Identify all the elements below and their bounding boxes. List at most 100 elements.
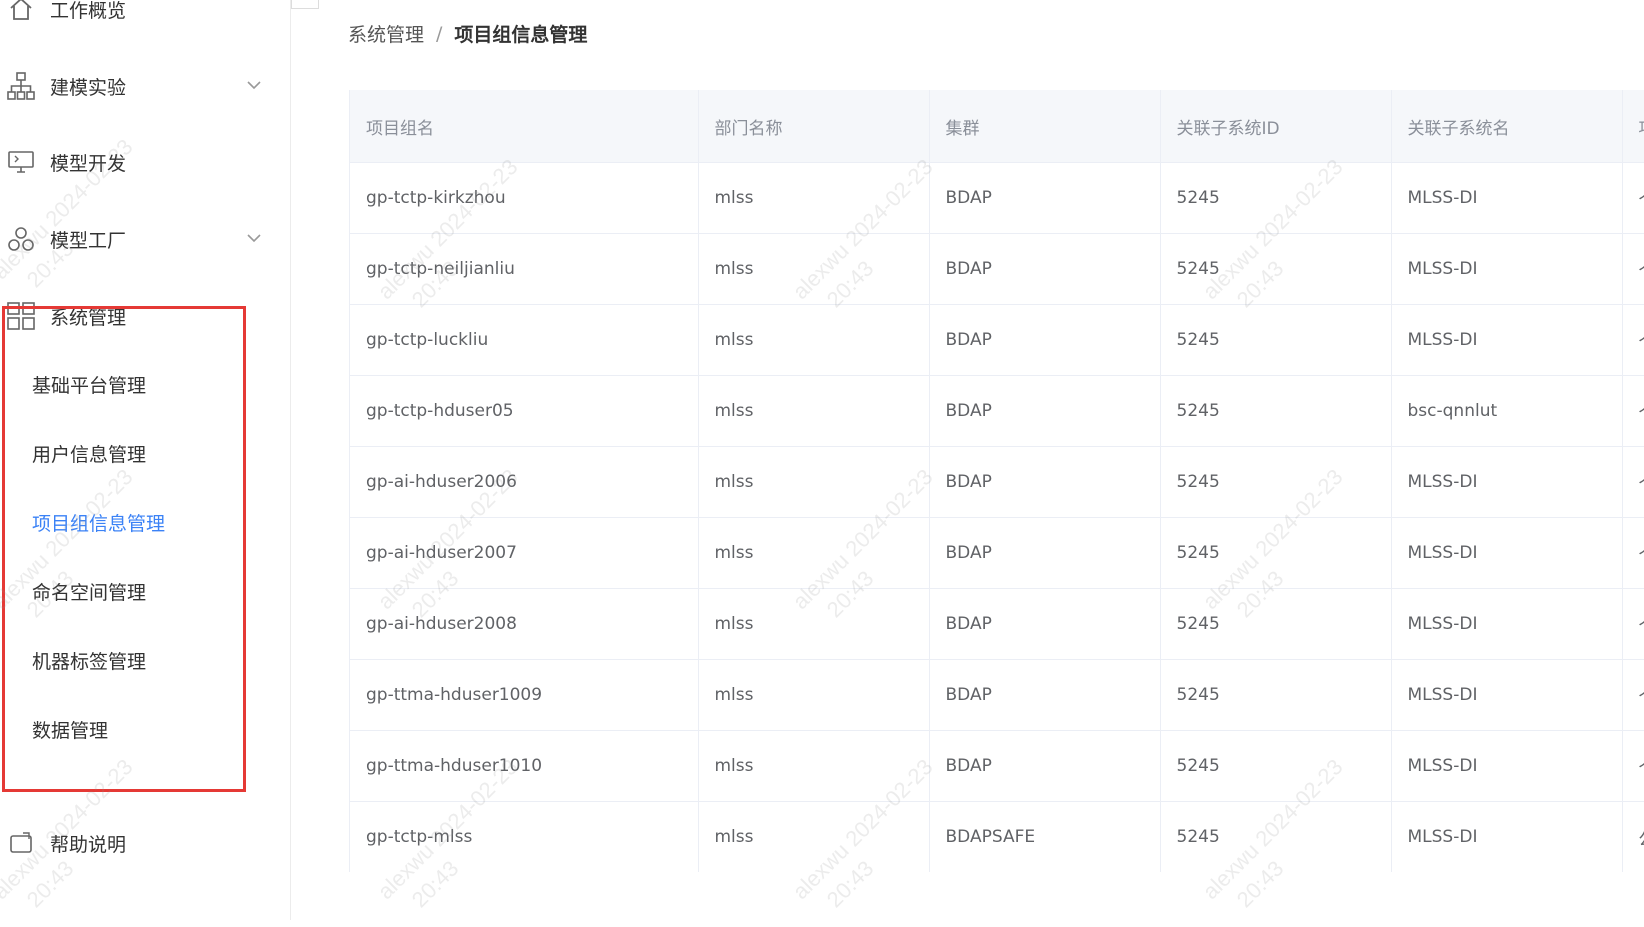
table-cell: mlss xyxy=(698,588,930,660)
table-header-row: 项目组名部门名称集群关联子系统ID关联子系统名项 xyxy=(350,90,1644,163)
table-cell: gp-tctp-mlss xyxy=(350,801,699,872)
chevron-down-icon xyxy=(244,75,264,95)
table-cell: mlss xyxy=(698,659,930,731)
table-cell: 个 xyxy=(1622,588,1644,660)
table-cell: 5245 xyxy=(1160,659,1392,731)
table-cell: 5245 xyxy=(1160,304,1392,376)
table-cell: MLSS-DI xyxy=(1391,162,1623,234)
table-cell: gp-ttma-hduser1010 xyxy=(350,730,699,802)
table-header-cell: 集群 xyxy=(929,90,1161,163)
table-cell: BDAP xyxy=(929,162,1161,234)
sidebar-subitem-data[interactable]: 数据管理 xyxy=(0,704,240,754)
table-header-cell: 项 xyxy=(1622,90,1644,163)
sidebar-item-modeling-experiment[interactable]: 建模实验 xyxy=(0,61,270,111)
breadcrumb-parent[interactable]: 系统管理 xyxy=(348,20,424,47)
table-row[interactable]: gp-ttma-hduser1009mlssBDAP5245MLSS-DI个 xyxy=(350,659,1644,731)
sidebar-item-label: 帮助说明 xyxy=(50,833,127,856)
table-cell: MLSS-DI xyxy=(1391,233,1623,305)
table-cell: 个 xyxy=(1622,517,1644,589)
sidebar-item-help[interactable]: 帮助说明 xyxy=(0,818,270,868)
org-chart-icon xyxy=(4,69,38,103)
table-cell: 个 xyxy=(1622,233,1644,305)
table-cell: 个 xyxy=(1622,304,1644,376)
table-cell: gp-tctp-neiljianliu xyxy=(350,233,699,305)
sidebar-item-label: 系统管理 xyxy=(50,306,127,329)
table-cell: MLSS-DI xyxy=(1391,801,1623,872)
table-cell: 个 xyxy=(1622,659,1644,731)
table-cell: mlss xyxy=(698,162,930,234)
table-cell: gp-ai-hduser2008 xyxy=(350,588,699,660)
table-cell: 5245 xyxy=(1160,233,1392,305)
sidebar-item-label: 工作概览 xyxy=(50,0,127,22)
table-row[interactable]: gp-tctp-neiljianliumlssBDAP5245MLSS-DI个 xyxy=(350,233,1644,305)
table-cell: 个 xyxy=(1622,162,1644,234)
sidebar-subitem-namespace[interactable]: 命名空间管理 xyxy=(0,566,240,616)
table-cell: BDAP xyxy=(929,517,1161,589)
table-cell: mlss xyxy=(698,375,930,447)
table-header-cell: 关联子系统名 xyxy=(1391,90,1623,163)
table-row[interactable]: gp-ai-hduser2007mlssBDAP5245MLSS-DI个 xyxy=(350,517,1644,589)
sidebar-item-model-factory[interactable]: 模型工厂 xyxy=(0,214,270,264)
table-cell: MLSS-DI xyxy=(1391,659,1623,731)
breadcrumb-current: 项目组信息管理 xyxy=(454,24,588,46)
sidebar-item-system-management[interactable]: 系统管理 xyxy=(0,291,270,341)
table-row[interactable]: gp-ai-hduser2006mlssBDAP5245MLSS-DI个 xyxy=(350,446,1644,518)
table-cell: BDAP xyxy=(929,446,1161,518)
table-cell: MLSS-DI xyxy=(1391,730,1623,802)
grid-icon xyxy=(4,299,38,333)
table-cell: 5245 xyxy=(1160,801,1392,872)
table-row[interactable]: gp-tctp-kirkzhoumlssBDAP5245MLSS-DI个 xyxy=(350,162,1644,234)
sidebar-subitem-base-platform[interactable]: 基础平台管理 xyxy=(0,359,240,409)
sidebar: 工作概览 建模实验 模型开发 模型工厂 系统管理 基础平台管理 用户信息管理 项… xyxy=(0,0,291,920)
sidebar-item-label: 建模实验 xyxy=(50,76,127,99)
table-cell: gp-ttma-hduser1009 xyxy=(350,659,699,731)
table-row[interactable]: gp-tctp-hduser05mlssBDAP5245bsc-qnnlut个 xyxy=(350,375,1644,447)
table-cell: BDAP xyxy=(929,233,1161,305)
table-cell: 个 xyxy=(1622,375,1644,447)
cluster-icon xyxy=(4,222,38,256)
table-cell: gp-tctp-hduser05 xyxy=(350,375,699,447)
table-cell: BDAP xyxy=(929,730,1161,802)
table-cell: 个 xyxy=(1622,730,1644,802)
sidebar-item-overview[interactable]: 工作概览 xyxy=(0,0,270,34)
table-row[interactable]: gp-ai-hduser2008mlssBDAP5245MLSS-DI个 xyxy=(350,588,1644,660)
breadcrumb: 系统管理 / 项目组信息管理 xyxy=(348,20,587,47)
help-doc-icon xyxy=(4,826,38,860)
table-cell: MLSS-DI xyxy=(1391,446,1623,518)
table-cell: MLSS-DI xyxy=(1391,517,1623,589)
table-header-cell: 关联子系统ID xyxy=(1160,90,1392,163)
table-cell: mlss xyxy=(698,730,930,802)
table-cell: gp-ai-hduser2007 xyxy=(350,517,699,589)
table-cell: bsc-qnnlut xyxy=(1391,375,1623,447)
chevron-down-icon xyxy=(244,228,264,248)
sidebar-item-label: 模型工厂 xyxy=(50,229,127,252)
collapse-toggle[interactable] xyxy=(291,0,319,9)
table-cell: 5245 xyxy=(1160,375,1392,447)
table-header-cell: 部门名称 xyxy=(698,90,930,163)
table-cell: mlss xyxy=(698,304,930,376)
table-cell: 5245 xyxy=(1160,588,1392,660)
home-icon xyxy=(4,0,38,26)
breadcrumb-separator: / xyxy=(436,22,443,45)
table-cell: 个 xyxy=(1622,446,1644,518)
table-cell: gp-tctp-luckliu xyxy=(350,304,699,376)
table-cell: BDAP xyxy=(929,659,1161,731)
monitor-icon xyxy=(4,145,38,179)
table-cell: mlss xyxy=(698,801,930,872)
table-cell: 5245 xyxy=(1160,517,1392,589)
table-cell: 5245 xyxy=(1160,730,1392,802)
sidebar-item-label: 模型开发 xyxy=(50,152,127,175)
sidebar-subitem-machine-label[interactable]: 机器标签管理 xyxy=(0,635,240,685)
table-row[interactable]: gp-tctp-luckliumlssBDAP5245MLSS-DI个 xyxy=(350,304,1644,376)
table-cell: BDAP xyxy=(929,375,1161,447)
table-row[interactable]: gp-tctp-mlssmlssBDAPSAFE5245MLSS-DI公 xyxy=(350,801,1644,872)
table-row[interactable]: gp-ttma-hduser1010mlssBDAP5245MLSS-DI个 xyxy=(350,730,1644,802)
sidebar-subitem-project-group-info[interactable]: 项目组信息管理 xyxy=(0,497,240,547)
table-cell: 公 xyxy=(1622,801,1644,872)
sidebar-item-model-dev[interactable]: 模型开发 xyxy=(0,137,270,187)
table-cell: MLSS-DI xyxy=(1391,588,1623,660)
sidebar-subitem-user-info[interactable]: 用户信息管理 xyxy=(0,428,240,478)
table-cell: gp-tctp-kirkzhou xyxy=(350,162,699,234)
table-cell: mlss xyxy=(698,233,930,305)
table-cell: BDAPSAFE xyxy=(929,801,1161,872)
